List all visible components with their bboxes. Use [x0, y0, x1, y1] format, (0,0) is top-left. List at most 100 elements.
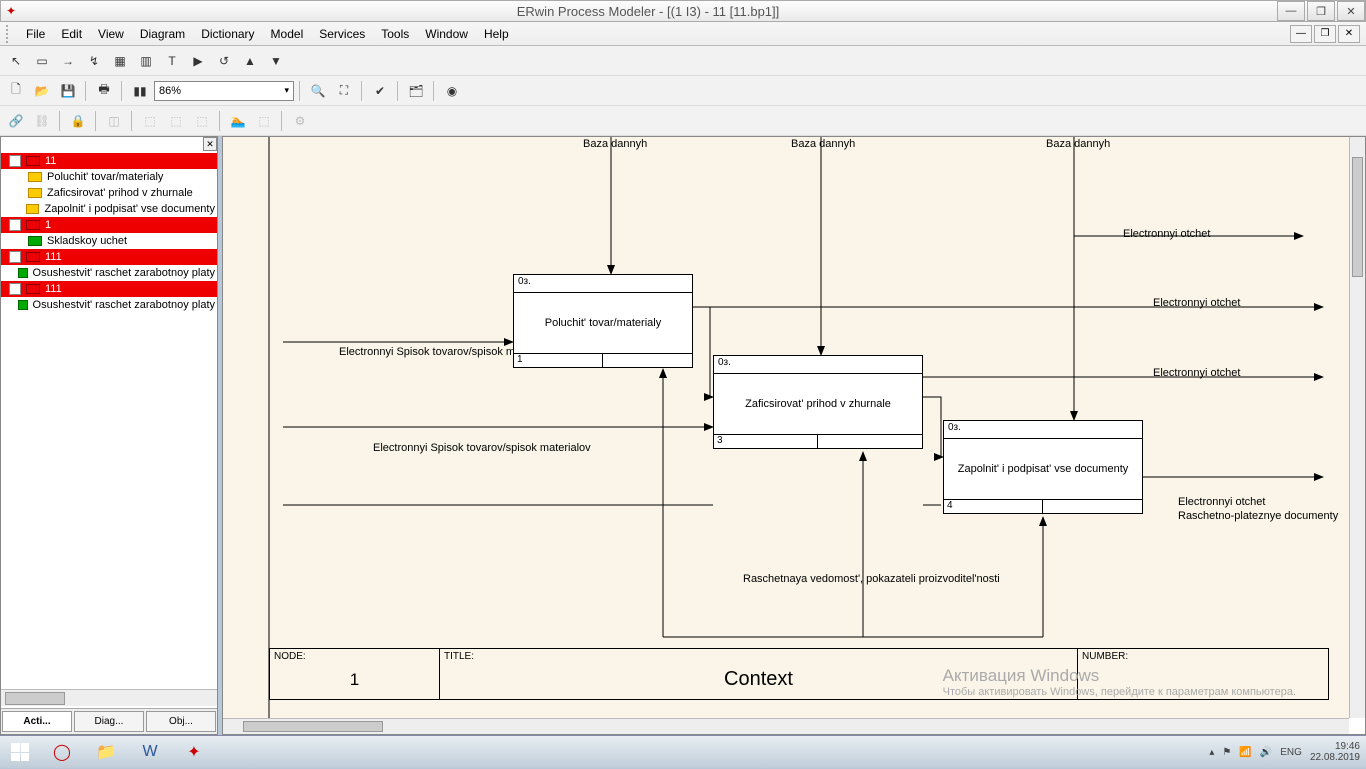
menu-window[interactable]: Window: [417, 27, 476, 41]
zoom-in-icon[interactable]: 🔍: [306, 79, 330, 103]
zoom-fit-icon[interactable]: ⛶: [332, 79, 356, 103]
diagram-canvas[interactable]: Baza dannyh Baza dannyh Baza dannyh Elec…: [223, 137, 1349, 718]
menu-help[interactable]: Help: [476, 27, 517, 41]
toolbar-grip[interactable]: [6, 25, 14, 43]
activity-box-1[interactable]: 0з. Poluchit' tovar/materialy 1: [513, 274, 693, 368]
canvas-hscroll[interactable]: [223, 718, 1349, 734]
up-icon[interactable]: ▲: [238, 49, 262, 73]
squiggle-tool-icon[interactable]: ↯: [82, 49, 106, 73]
menu-view[interactable]: View: [90, 27, 132, 41]
tray-language[interactable]: ENG: [1280, 747, 1302, 758]
menu-model[interactable]: Model: [263, 27, 312, 41]
footer-number-label: NUMBER:: [1082, 651, 1128, 662]
footer-title-label: TITLE:: [444, 651, 474, 662]
tray-chevron-up-icon[interactable]: ▴: [1209, 747, 1214, 758]
taskbar-word-icon[interactable]: W: [129, 738, 171, 766]
tab-objects[interactable]: Obj...: [146, 711, 216, 732]
menu-file[interactable]: File: [18, 27, 53, 41]
tray-volume-icon[interactable]: 🔊: [1260, 747, 1272, 758]
tab-diagrams[interactable]: Diag...: [74, 711, 144, 732]
box2-title: Zaficsirovat' prihod v zhurnale: [714, 374, 922, 434]
db3-icon: ⬚: [190, 109, 214, 133]
gear-icon: ⚙: [288, 109, 312, 133]
tray-flag-icon[interactable]: ⚑: [1222, 747, 1231, 758]
arrow-tool-icon[interactable]: →: [56, 49, 80, 73]
tree-leaf[interactable]: Poluchit' tovar/materialy: [1, 169, 217, 185]
spellcheck-icon[interactable]: ✔: [368, 79, 392, 103]
menu-edit[interactable]: Edit: [53, 27, 90, 41]
tab-activities[interactable]: Acti...: [2, 711, 72, 732]
new-icon[interactable]: 🗋: [4, 79, 28, 103]
tree-leaf[interactable]: Skladskoy uchet: [1, 233, 217, 249]
report-icon[interactable]: ◉: [440, 79, 464, 103]
box3-title: Zapolnit' i podpisat' vse documenty: [944, 439, 1142, 499]
footer-node-label: NODE:: [274, 651, 306, 662]
tree-leaf[interactable]: Osushestvit' raschet zarabotnoy platy: [1, 297, 217, 313]
taskbar-erwin-icon[interactable]: ✦: [173, 738, 215, 766]
tree-branch[interactable]: +111: [1, 281, 217, 297]
activity-tree[interactable]: -11Poluchit' tovar/materialyZaficsirovat…: [1, 153, 217, 684]
cube-icon: ◫: [102, 109, 126, 133]
toolbar-row-3: 🔗 ⛓ 🔒 ◫ ⬚ ⬚ ⬚ 🏊 ⬚ ⚙: [0, 106, 1366, 136]
tree-branch[interactable]: +1: [1, 217, 217, 233]
tray-network-icon[interactable]: 📶: [1239, 747, 1251, 758]
toolbar-row-1: ↖ ▭ → ↯ ▦ ▥ T ▶ ↺ ▲ ▼: [0, 46, 1366, 76]
taskbar-opera-icon[interactable]: ◯: [41, 738, 83, 766]
menu-services[interactable]: Services: [311, 27, 373, 41]
close-button[interactable]: ✕: [1337, 1, 1365, 21]
model-explorer-icon[interactable]: 🗂: [404, 79, 428, 103]
pointer-tool-icon[interactable]: ↖: [4, 49, 28, 73]
tree-label: 111: [43, 283, 64, 295]
tray-clock[interactable]: 19:46 22.08.2019: [1310, 741, 1360, 763]
text-tool-icon[interactable]: T: [160, 49, 184, 73]
menu-diagram[interactable]: Diagram: [132, 27, 193, 41]
tree-leaf[interactable]: Osushestvit' raschet zarabotnoy platy: [1, 265, 217, 281]
panel-tabs: Acti... Diag... Obj...: [1, 708, 217, 734]
tree-activity-icon: [18, 268, 27, 278]
mdi-restore-button[interactable]: ❐: [1314, 25, 1336, 43]
panel-hscroll[interactable]: [1, 689, 217, 706]
link-icon: 🔗: [4, 109, 28, 133]
label-out-top: Electronnyi otchet: [1123, 228, 1210, 240]
label-in2: Electronnyi Spisok tovarov/spisok materi…: [373, 442, 591, 454]
taskbar-explorer-icon[interactable]: 📁: [85, 738, 127, 766]
print-icon[interactable]: 🖶: [92, 79, 116, 103]
menu-tools[interactable]: Tools: [373, 27, 417, 41]
tree-leaf[interactable]: Zapolnit' i podpisat' vse documenty: [1, 201, 217, 217]
org2-icon: ⬚: [252, 109, 276, 133]
swim-icon[interactable]: 🏊: [226, 109, 250, 133]
tree-leaf[interactable]: Zaficsirovat' prihod v zhurnale: [1, 185, 217, 201]
footer-title-value: Context: [444, 668, 1073, 691]
activity-box-2[interactable]: 0з. Zaficsirovat' prihod v zhurnale 3: [713, 355, 923, 449]
tree-expand-icon[interactable]: -: [9, 155, 21, 167]
palette-icon[interactable]: ▮▮: [128, 79, 152, 103]
activity-box-3[interactable]: 0з. Zapolnit' i podpisat' vse documenty …: [943, 420, 1143, 514]
open-icon[interactable]: 📂: [30, 79, 54, 103]
maximize-button[interactable]: ❐: [1307, 1, 1335, 21]
menu-dictionary[interactable]: Dictionary: [193, 27, 262, 41]
tree-expand-icon[interactable]: +: [9, 283, 21, 295]
box1-title: Poluchit' tovar/materialy: [514, 293, 692, 353]
start-button[interactable]: [0, 736, 40, 769]
mdi-close-button[interactable]: ✕: [1338, 25, 1360, 43]
panel-close-icon[interactable]: ✕: [203, 137, 217, 151]
menu-bar: File Edit View Diagram Dictionary Model …: [0, 22, 1366, 46]
zoom-combo[interactable]: 86%: [154, 81, 294, 101]
window-title: ERwin Process Modeler - [(1 I3) - 11 [11…: [21, 4, 1275, 19]
minimize-button[interactable]: —: [1277, 1, 1305, 21]
mdi-minimize-button[interactable]: —: [1290, 25, 1312, 43]
tree-branch[interactable]: -11: [1, 153, 217, 169]
canvas-vscroll[interactable]: [1349, 137, 1365, 718]
tree-expand-icon[interactable]: +: [9, 219, 21, 231]
undo-icon[interactable]: ↺: [212, 49, 236, 73]
go-tool-icon[interactable]: ▶: [186, 49, 210, 73]
down-icon[interactable]: ▼: [264, 49, 288, 73]
referent-tool-icon[interactable]: ▦: [108, 49, 132, 73]
org-tool-icon[interactable]: ▥: [134, 49, 158, 73]
box3-num: 4: [944, 500, 1043, 513]
tree-activity-icon: [18, 300, 27, 310]
tree-expand-icon[interactable]: +: [9, 251, 21, 263]
activity-tool-icon[interactable]: ▭: [30, 49, 54, 73]
tree-branch[interactable]: +111: [1, 249, 217, 265]
save-icon[interactable]: 💾: [56, 79, 80, 103]
